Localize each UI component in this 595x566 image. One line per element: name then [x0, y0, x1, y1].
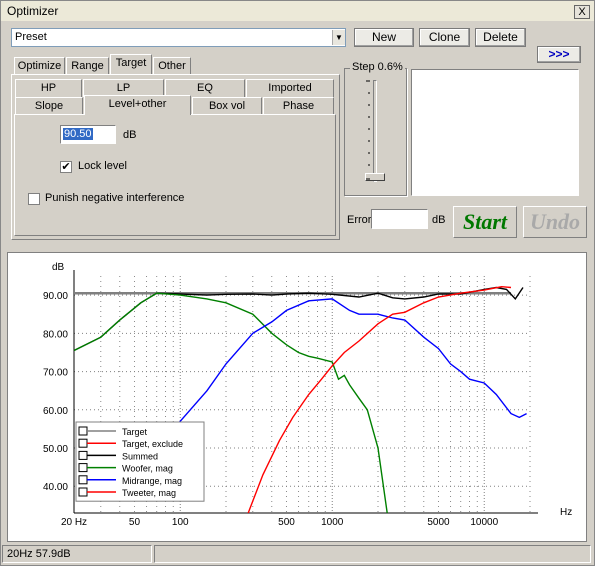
legend-label: Summed	[122, 451, 158, 461]
frequency-response-chart: 40.00 50.00 60.00 70.00 80.00 90.00 20 Hz 50 100…	[7, 252, 587, 542]
tab-slope[interactable]: Slope	[15, 97, 83, 115]
y-tick-label: 90.00	[43, 291, 68, 302]
tab-range[interactable]: Range	[66, 57, 109, 75]
y-axis-label: dB	[52, 262, 65, 273]
lock-level-label: Lock level	[78, 160, 127, 172]
legend-checkbox	[78, 450, 88, 460]
legend-checkbox	[78, 475, 88, 485]
level-unit: dB	[123, 129, 137, 141]
x-tick-label: 50	[129, 517, 141, 528]
level-value: 90.50	[63, 128, 93, 140]
tab-hp[interactable]: HP	[15, 79, 82, 97]
legend-label: Midrange, mag	[122, 476, 182, 486]
delete-button[interactable]: Delete	[475, 28, 526, 47]
y-tick-label: 70.00	[43, 368, 68, 379]
x-tick-label: 5000	[427, 517, 450, 528]
x-tick-label: 1000	[321, 517, 344, 528]
legend-label: Tweeter, mag	[122, 488, 176, 498]
close-icon[interactable]: X	[574, 5, 590, 19]
chart-svg: 40.00 50.00 60.00 70.00 80.00 90.00 20 Hz 50 100…	[43, 262, 572, 528]
tab-level-other[interactable]: Level+other	[84, 95, 191, 115]
error-label: Error	[347, 214, 372, 226]
expand-button[interactable]: >>>	[537, 46, 581, 63]
tab-other[interactable]: Other	[153, 57, 191, 75]
window-title: Optimizer	[7, 4, 59, 18]
error-unit: dB	[432, 214, 446, 226]
y-tick-label: 40.00	[43, 482, 68, 493]
legend-label: Target, exclude	[122, 439, 183, 449]
x-tick-label: 20 Hz	[61, 517, 87, 528]
undo-button[interactable]: Undo	[523, 206, 587, 238]
start-button[interactable]: Start	[453, 206, 517, 238]
clone-button[interactable]: Clone	[419, 28, 470, 47]
tab-optimize[interactable]: Optimize	[14, 57, 65, 75]
preset-dropdown[interactable]: Preset ▼	[11, 28, 346, 47]
y-tick-label: 50.00	[43, 444, 68, 455]
log-listbox[interactable]	[411, 69, 579, 196]
lock-level-checkbox[interactable]: ✔	[60, 161, 72, 173]
legend-checkbox	[78, 487, 88, 497]
x-tick-label: 10000	[470, 517, 498, 528]
tab-target[interactable]: Target	[110, 54, 152, 74]
x-axis-label: Hz	[560, 507, 572, 518]
status-message	[154, 545, 591, 563]
punish-checkbox[interactable]	[28, 193, 40, 205]
error-field	[371, 209, 428, 229]
tab-phase[interactable]: Phase	[263, 97, 334, 115]
tab-imported[interactable]: Imported	[246, 79, 334, 97]
step-slider-track[interactable]	[373, 80, 377, 182]
step-label: Step 0.6%	[350, 61, 405, 73]
x-tick-label: 500	[278, 517, 295, 528]
legend-label: Woofer, mag	[122, 464, 173, 474]
y-tick-label: 80.00	[43, 329, 68, 340]
title-bar: Optimizer X	[1, 1, 594, 21]
y-tick-label: 60.00	[43, 406, 68, 417]
new-button[interactable]: New	[354, 28, 414, 47]
step-slider-ticks	[366, 80, 370, 180]
level-input[interactable]: 90.50	[60, 125, 116, 144]
legend-checkbox	[78, 426, 88, 436]
legend-checkbox	[78, 438, 88, 448]
punish-label: Punish negative interference	[45, 192, 185, 204]
x-tick-label: 100	[172, 517, 189, 528]
legend-label: Target	[122, 427, 148, 437]
chevron-down-icon[interactable]: ▼	[332, 30, 345, 45]
status-cursor-text: 20Hz 57.9dB	[7, 548, 71, 560]
legend-checkbox	[78, 463, 88, 473]
tab-box-vol[interactable]: Box vol	[192, 97, 262, 115]
series-line-tweeter-mag	[247, 285, 512, 513]
status-cursor: 20Hz 57.9dB	[2, 545, 152, 563]
preset-value: Preset	[15, 31, 47, 43]
